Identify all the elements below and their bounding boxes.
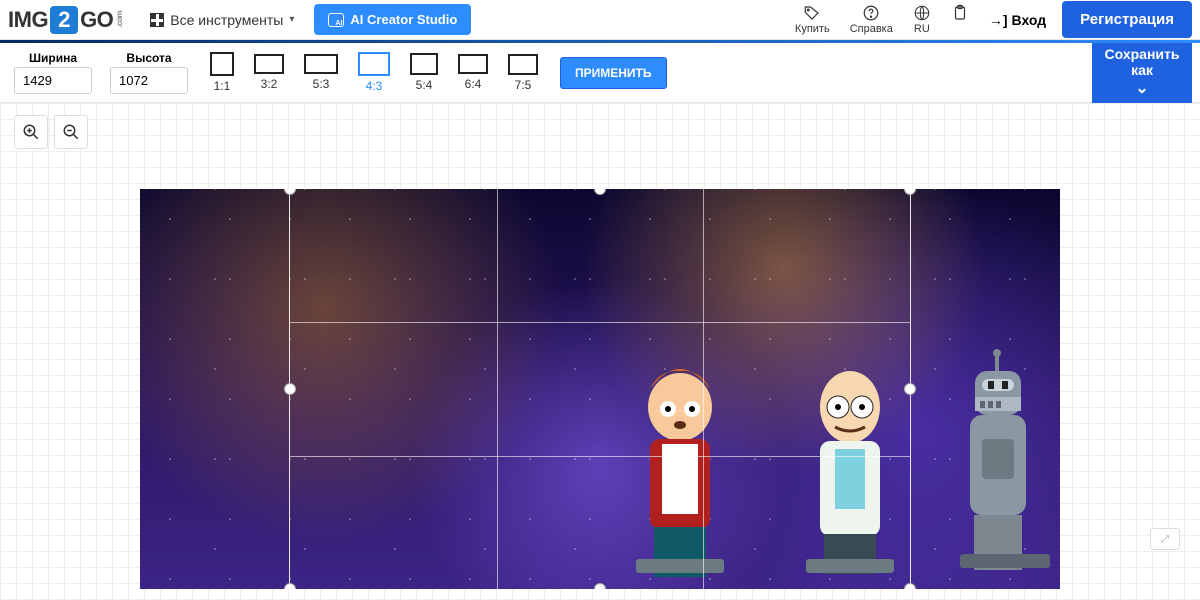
ratio-label: 5:4 xyxy=(416,78,433,92)
ai-creator-studio-button[interactable]: AI Creator Studio xyxy=(314,4,471,35)
save-line2: как xyxy=(1131,62,1153,78)
crop-handle-bm[interactable] xyxy=(594,583,606,589)
clipboard-spacer xyxy=(958,23,961,35)
crop-handle-ml[interactable] xyxy=(284,383,296,395)
width-label: Ширина xyxy=(29,51,77,65)
crop-handle-mr[interactable] xyxy=(904,383,916,395)
ratio-box-icon xyxy=(508,54,538,75)
grid-icon xyxy=(150,13,164,27)
ratio-label: 5:3 xyxy=(313,77,330,91)
logo-suffix: .com xyxy=(115,11,124,28)
ratio-box-icon xyxy=(210,52,234,76)
all-tools-dropdown[interactable]: Все инструменты ▾ xyxy=(140,6,304,34)
crop-handle-tm[interactable] xyxy=(594,189,606,195)
crop-grid-line xyxy=(703,189,704,589)
crop-selection[interactable] xyxy=(290,189,910,589)
buy-link[interactable]: Купить xyxy=(785,4,840,35)
zoom-out-button[interactable] xyxy=(54,115,88,149)
ratio-label: 7:5 xyxy=(515,78,532,92)
globe-icon xyxy=(913,4,931,22)
width-input[interactable] xyxy=(14,67,92,94)
clipboard-button[interactable] xyxy=(941,4,979,35)
aspect-ratio-3-2[interactable]: 3:2 xyxy=(244,54,294,91)
crop-toolbar: Ширина Высота 1:1 3:2 5:3 4:3 5:4 6:4 7:5 ПРИМ… xyxy=(0,43,1200,103)
aspect-ratio-5-4[interactable]: 5:4 xyxy=(400,53,448,92)
ratio-box-icon xyxy=(458,54,488,74)
logo-part1: IMG xyxy=(8,7,48,33)
zoom-in-icon xyxy=(22,123,40,141)
crop-handle-bl[interactable] xyxy=(284,583,296,589)
expand-icon: ⤢ xyxy=(1161,534,1169,545)
ratio-box-icon xyxy=(358,52,390,76)
login-button[interactable]: →] Вход xyxy=(979,6,1056,34)
save-line1: Сохранить xyxy=(1105,46,1180,62)
ai-icon xyxy=(328,13,344,27)
expand-button[interactable]: ⤢ xyxy=(1150,528,1180,550)
width-group: Ширина xyxy=(8,51,98,94)
logo-part2: GO xyxy=(80,7,113,33)
aspect-ratio-5-3[interactable]: 5:3 xyxy=(294,54,348,91)
character-3 xyxy=(940,349,1060,589)
zoom-in-button[interactable] xyxy=(14,115,48,149)
login-label: Вход xyxy=(1012,12,1047,28)
ratio-box-icon xyxy=(410,53,438,75)
aspect-ratio-6-4[interactable]: 6:4 xyxy=(448,54,498,91)
image-preview[interactable] xyxy=(140,189,1060,589)
tag-icon xyxy=(803,4,821,22)
ai-studio-label: AI Creator Studio xyxy=(350,12,457,27)
crop-grid-line xyxy=(290,456,910,457)
aspect-ratio-4-3[interactable]: 4:3 xyxy=(348,52,400,93)
app-header: IMG 2 GO .com Все инструменты ▾ AI Creat… xyxy=(0,0,1200,40)
ratio-label: 3:2 xyxy=(261,77,278,91)
login-arrow-icon: →] xyxy=(989,12,1008,28)
chevron-down-icon: ▾ xyxy=(289,14,294,25)
height-input[interactable] xyxy=(110,67,188,94)
clipboard-icon xyxy=(951,4,969,22)
help-label: Справка xyxy=(850,23,893,35)
help-link[interactable]: Справка xyxy=(840,4,903,35)
ratio-label: 4:3 xyxy=(366,79,383,93)
height-label: Высота xyxy=(126,51,171,65)
save-as-button[interactable]: Сохранить как ⌄ xyxy=(1092,43,1192,103)
ratio-label: 6:4 xyxy=(465,77,482,91)
buy-label: Купить xyxy=(795,23,830,35)
chevron-down-icon: ⌄ xyxy=(1135,80,1148,98)
ratio-label: 1:1 xyxy=(214,79,231,93)
ratio-box-icon xyxy=(304,54,338,74)
crop-handle-br[interactable] xyxy=(904,583,916,589)
aspect-ratio-1-1[interactable]: 1:1 xyxy=(200,52,244,93)
zoom-controls xyxy=(14,115,88,149)
crop-grid-line xyxy=(290,322,910,323)
help-icon xyxy=(862,4,880,22)
logo-mid: 2 xyxy=(50,6,78,34)
aspect-ratio-7-5[interactable]: 7:5 xyxy=(498,54,548,92)
crop-grid-line xyxy=(497,189,498,589)
all-tools-label: Все инструменты xyxy=(170,12,283,28)
ratio-box-icon xyxy=(254,54,284,74)
editor-canvas: ⤢ xyxy=(0,103,1200,600)
register-button[interactable]: Регистрация xyxy=(1062,1,1192,38)
language-switcher[interactable]: RU xyxy=(903,4,941,35)
apply-button[interactable]: ПРИМЕНИТЬ xyxy=(560,57,667,89)
zoom-out-icon xyxy=(62,123,80,141)
height-group: Высота xyxy=(104,51,194,94)
language-label: RU xyxy=(914,23,930,35)
logo[interactable]: IMG 2 GO .com xyxy=(8,6,124,34)
